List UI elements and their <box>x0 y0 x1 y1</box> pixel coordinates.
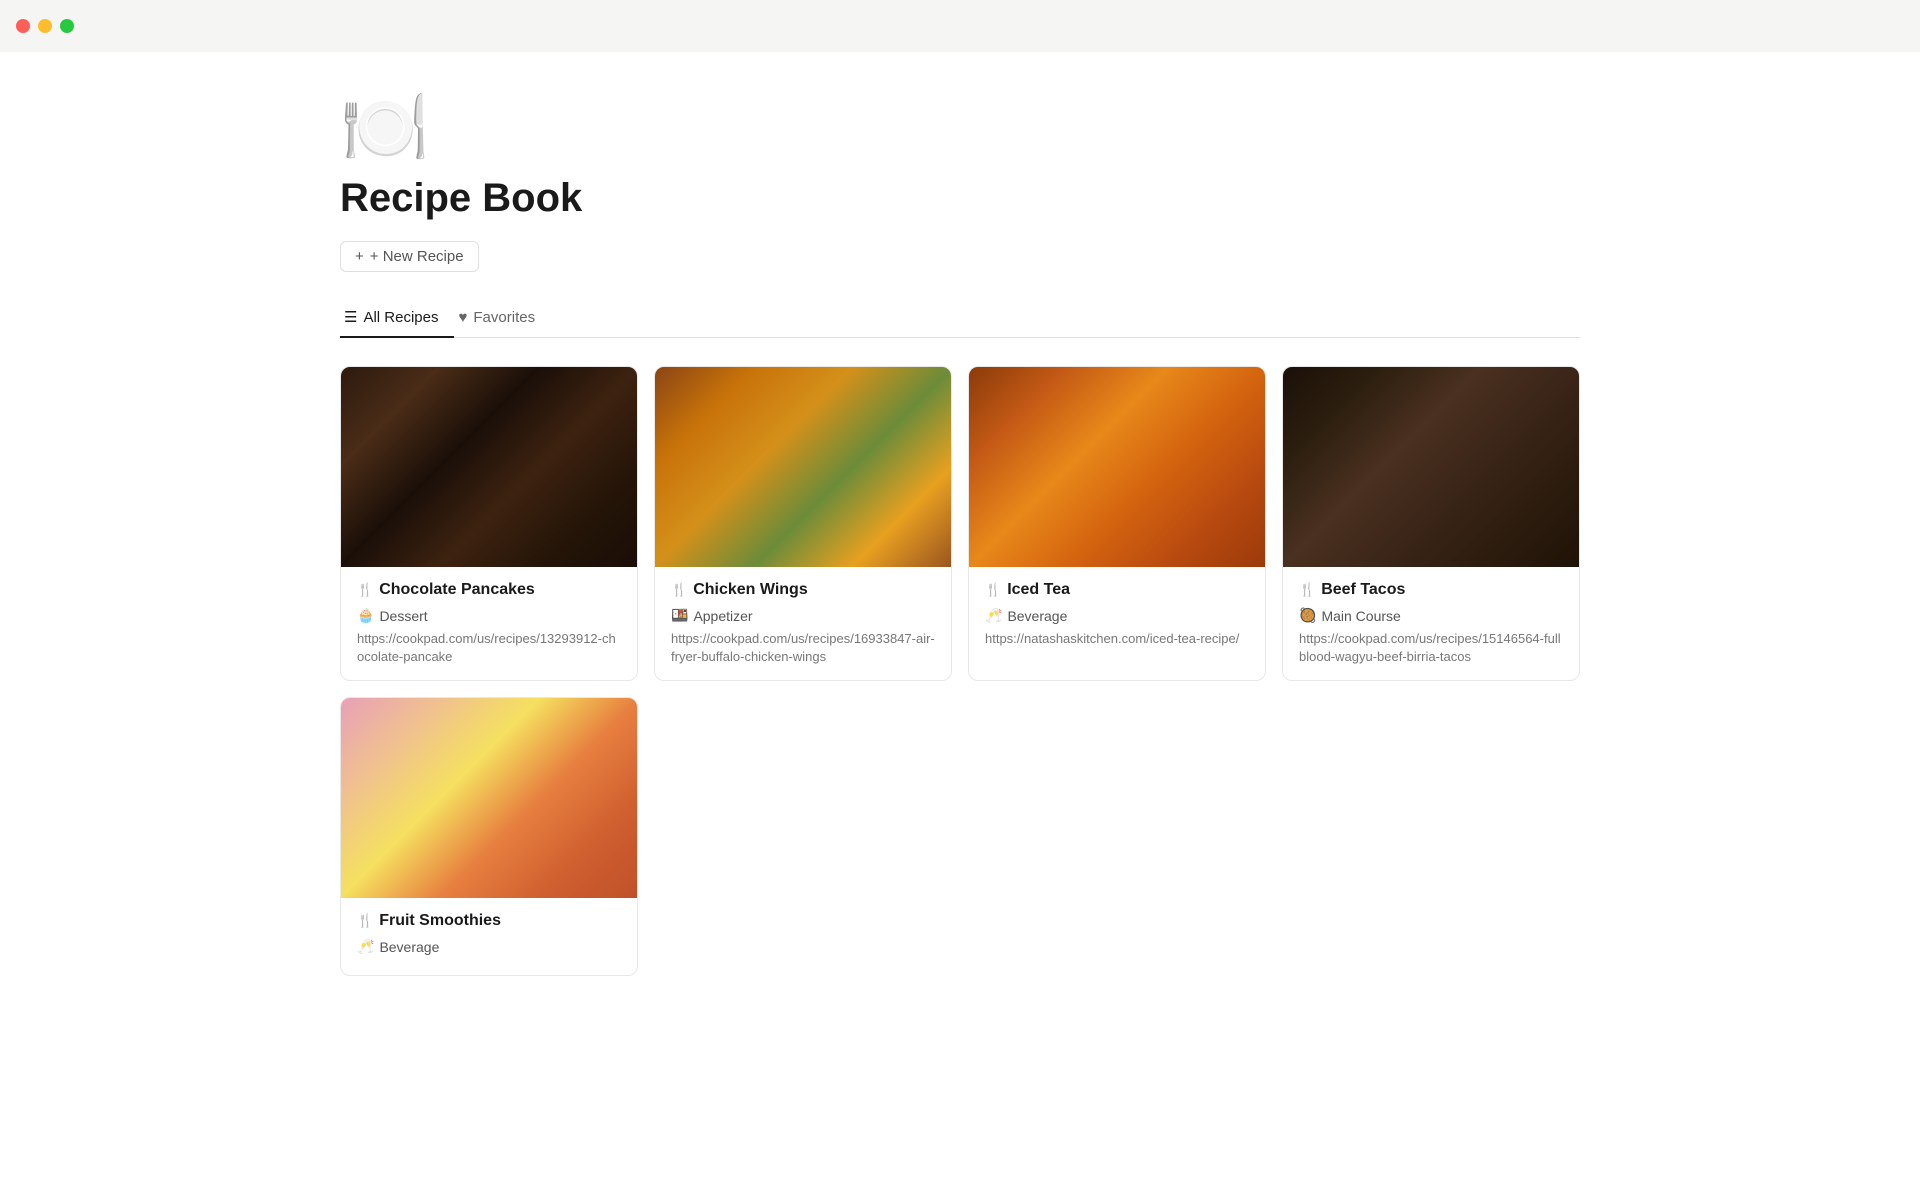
utensils-icon: 🍴 <box>985 582 1001 598</box>
recipe-card-fruit-smoothies[interactable]: 🍴 Fruit Smoothies 🥂 Beverage <box>340 697 638 976</box>
utensils-icon: 🍴 <box>671 582 687 598</box>
maximize-button[interactable] <box>60 19 74 33</box>
recipe-category-fruit-smoothies: 🥂 Beverage <box>357 938 621 955</box>
recipe-category-chocolate-pancakes: 🧁 Dessert <box>357 607 621 624</box>
recipe-image-chicken-wings <box>655 367 951 567</box>
recipe-category-iced-tea: 🥂 Beverage <box>985 607 1249 624</box>
category-icon: 🥂 <box>985 607 1002 624</box>
recipe-grid: 🍴 Chocolate Pancakes 🧁 Dessert https://c… <box>340 366 1580 976</box>
recipe-image-fruit-smoothies <box>341 698 637 898</box>
tab-all-recipes[interactable]: ☰ All Recipes <box>340 300 454 338</box>
recipe-card-body-fruit-smoothies: 🍴 Fruit Smoothies 🥂 Beverage <box>341 898 637 975</box>
recipe-card-body-chocolate-pancakes: 🍴 Chocolate Pancakes 🧁 Dessert https://c… <box>341 567 637 680</box>
page-title: Recipe Book <box>340 176 1580 221</box>
recipe-card-body-beef-tacos: 🍴 Beef Tacos 🥘 Main Course https://cookp… <box>1283 567 1579 680</box>
recipe-card-body-chicken-wings: 🍴 Chicken Wings 🍱 Appetizer https://cook… <box>655 567 951 680</box>
tabs-container: ☰ All Recipes ♥ Favorites <box>340 300 1580 338</box>
recipe-name-chocolate-pancakes: 🍴 Chocolate Pancakes <box>357 581 621 599</box>
recipe-url-chicken-wings[interactable]: https://cookpad.com/us/recipes/16933847-… <box>671 630 935 666</box>
recipe-name-chicken-wings: 🍴 Chicken Wings <box>671 581 935 599</box>
recipe-name-beef-tacos: 🍴 Beef Tacos <box>1299 581 1563 599</box>
category-icon: 🍱 <box>671 607 688 624</box>
recipe-category-chicken-wings: 🍱 Appetizer <box>671 607 935 624</box>
plus-icon: + <box>355 248 364 265</box>
titlebar <box>0 0 1920 52</box>
recipe-url-beef-tacos[interactable]: https://cookpad.com/us/recipes/15146564-… <box>1299 630 1563 666</box>
new-recipe-button[interactable]: + + New Recipe <box>340 241 479 272</box>
page-icon: 🍽️ <box>340 92 1580 164</box>
category-icon: 🥂 <box>357 938 374 955</box>
category-icon: 🥘 <box>1299 607 1316 624</box>
recipe-card-chicken-wings[interactable]: 🍴 Chicken Wings 🍱 Appetizer https://cook… <box>654 366 952 681</box>
category-icon: 🧁 <box>357 607 374 624</box>
utensils-icon: 🍴 <box>357 913 373 929</box>
utensils-icon: 🍴 <box>1299 582 1315 598</box>
recipe-image-iced-tea <box>969 367 1265 567</box>
new-recipe-label: + New Recipe <box>370 248 464 265</box>
minimize-button[interactable] <box>38 19 52 33</box>
recipe-card-body-iced-tea: 🍴 Iced Tea 🥂 Beverage https://natashaski… <box>969 567 1265 662</box>
recipe-card-beef-tacos[interactable]: 🍴 Beef Tacos 🥘 Main Course https://cookp… <box>1282 366 1580 681</box>
recipe-image-chocolate-pancakes <box>341 367 637 567</box>
recipe-name-iced-tea: 🍴 Iced Tea <box>985 581 1249 599</box>
favorites-icon: ♥ <box>458 309 467 326</box>
recipe-card-chocolate-pancakes[interactable]: 🍴 Chocolate Pancakes 🧁 Dessert https://c… <box>340 366 638 681</box>
recipe-card-iced-tea[interactable]: 🍴 Iced Tea 🥂 Beverage https://natashaski… <box>968 366 1266 681</box>
close-button[interactable] <box>16 19 30 33</box>
recipe-image-beef-tacos <box>1283 367 1579 567</box>
tab-all-recipes-label: All Recipes <box>363 309 438 326</box>
recipe-category-beef-tacos: 🥘 Main Course <box>1299 607 1563 624</box>
tab-favorites-label: Favorites <box>473 309 535 326</box>
tab-favorites[interactable]: ♥ Favorites <box>454 301 551 338</box>
all-recipes-icon: ☰ <box>344 308 357 326</box>
main-content: 🍽️ Recipe Book + + New Recipe ☰ All Reci… <box>260 52 1660 1016</box>
recipe-url-chocolate-pancakes[interactable]: https://cookpad.com/us/recipes/13293912-… <box>357 630 621 666</box>
recipe-url-iced-tea[interactable]: https://natashaskitchen.com/iced-tea-rec… <box>985 630 1249 648</box>
recipe-name-fruit-smoothies: 🍴 Fruit Smoothies <box>357 912 621 930</box>
utensils-icon: 🍴 <box>357 582 373 598</box>
